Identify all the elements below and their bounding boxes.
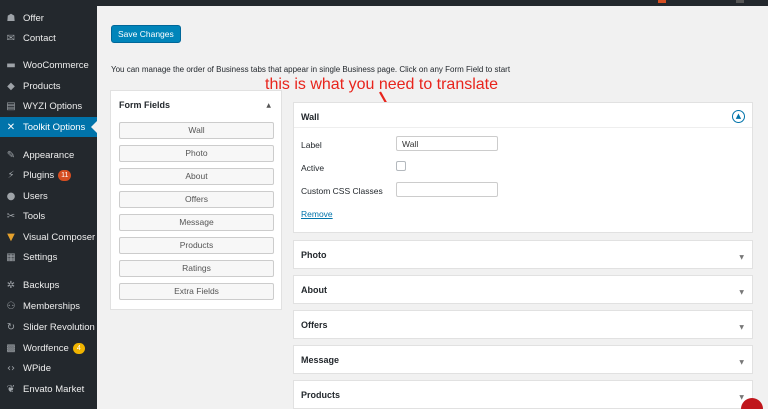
sidebar-item-label: Toolkit Options [23,121,86,133]
sidebar-item-slider-revolution[interactable]: ↻ Slider Revolution [0,317,97,337]
css-classes-input[interactable] [396,182,498,197]
user-icon: ● [6,190,16,202]
sidebar-item-appearance[interactable]: ✎ Appearance [0,145,97,165]
plugin-icon: ⚡ [7,169,15,181]
form-field-photo[interactable]: Photo [119,145,274,162]
form-field-about[interactable]: About [119,168,274,185]
toolkit-icon: ✕ [6,121,16,133]
accordion-title: Offers [301,320,328,330]
backup-gear-icon: ✲ [6,279,16,291]
sidebar-item-label: Backups [23,279,60,291]
sidebar-item-label: Wordfence [23,342,69,354]
sidebar-item-woocommerce[interactable]: ▬ WooCommerce [0,55,97,75]
accordion-title: Photo [301,250,327,260]
form-field-offers[interactable]: Offers [119,191,274,208]
sidebar-item-label: WooCommerce [23,59,89,71]
active-checkbox[interactable] [396,161,406,171]
wall-accordion: Wall ▲ Label Active Custom CSS Classes R… [293,102,753,233]
admin-sidebar: ☗ Offer ✉ Contact ▬ WooCommerce ◆ Produc… [0,0,97,409]
message-accordion[interactable]: Message ▼ [293,345,753,374]
sidebar-item-label: Settings [23,251,58,263]
caret-down-icon[interactable]: ▼ [739,289,744,296]
form-field-ratings[interactable]: Ratings [119,260,274,277]
sidebar-item-label: Visual Composer [23,231,96,243]
code-icon: ‹› [7,362,15,374]
photo-accordion[interactable]: Photo ▼ [293,240,753,269]
caret-down-icon[interactable]: ▼ [739,324,744,331]
sidebar-item-label: Slider Revolution [23,321,95,333]
sidebar-item-wpide[interactable]: ‹› WPide [0,358,97,378]
sidebar-item-label: Contact [23,32,56,44]
sidebar-item-memberships[interactable]: ⚇ Memberships [0,296,97,316]
top-bar-indicator [658,0,666,3]
refresh-icon: ↻ [6,321,16,333]
box-icon: ◆ [7,80,15,92]
sidebar-item-label: Offer [23,12,44,24]
form-field-products[interactable]: Products [119,237,274,254]
save-changes-button[interactable]: Save Changes [111,25,181,43]
sidebar-item-toolkit-options[interactable]: ✕ Toolkit Options [0,117,97,137]
sidebar-item-contact[interactable]: ✉ Contact [0,28,97,48]
active-field-label: Active [301,163,325,173]
sidebar-item-label: WPide [23,362,51,374]
sidebar-item-settings[interactable]: ▦ Settings [0,247,97,267]
sidebar-item-plugins[interactable]: ⚡ Plugins 11 [0,165,97,185]
wordfence-icon: ▩ [6,342,16,354]
label-field-label: Label [301,140,322,150]
sidebar-item-offer[interactable]: ☗ Offer [0,8,97,28]
sidebar-item-label: WYZI Options [23,100,83,112]
accordion-title: Message [301,355,340,365]
leaf-icon: ❦ [6,383,16,395]
form-field-message[interactable]: Message [119,214,274,231]
offer-icon: ☗ [6,12,16,24]
sidebar-item-users[interactable]: ● Users [0,186,97,206]
caret-up-icon[interactable]: ▲ [266,102,271,109]
sidebar-item-label: Memberships [23,300,81,312]
sidebar-item-label: Plugins [23,169,55,181]
sidebar-item-label: Envato Market [23,383,85,395]
sidebar-item-label: Products [23,80,61,92]
wordfence-count-badge: 4 [72,342,85,354]
form-fields-title: Form Fields [119,100,171,110]
sidebar-item-products[interactable]: ◆ Products [0,76,97,96]
wrench-icon: ✂ [6,210,16,222]
main-content: Save Changes You can manage the order of… [97,6,768,409]
sidebar-item-label: Tools [23,210,46,222]
accordion-title: About [301,285,327,295]
form-field-wall[interactable]: Wall [119,122,274,139]
sidebar-item-backups[interactable]: ✲ Backups [0,275,97,295]
about-accordion[interactable]: About ▼ [293,275,753,304]
accordion-title: Products [301,390,341,400]
update-count-badge: 11 [58,169,72,181]
paintbrush-icon: ✎ [6,149,16,161]
sidebar-item-label: Appearance [23,149,75,161]
visual-composer-icon: ▼ [7,231,15,243]
sidebar-item-envato-market[interactable]: ❦ Envato Market [0,379,97,399]
top-bar-indicator [736,0,744,3]
label-input[interactable] [396,136,498,151]
envelope-icon: ✉ [6,32,16,44]
accordion-title: Wall [301,112,320,122]
form-fields-panel: Form Fields ▲ Wall Photo About Offers Me… [110,90,282,310]
options-icon: ▤ [6,100,16,112]
products-accordion[interactable]: Products ▼ [293,380,753,409]
offers-accordion[interactable]: Offers ▼ [293,310,753,339]
memberships-icon: ⚇ [6,300,16,312]
sidebar-item-tools[interactable]: ✂ Tools [0,206,97,226]
sidebar-item-visual-composer[interactable]: ▼ Visual Composer [0,227,97,247]
remove-link[interactable]: Remove [301,209,333,219]
sidebar-item-wordfence[interactable]: ▩ Wordfence 4 [0,338,97,358]
divider [294,127,752,128]
caret-down-icon[interactable]: ▼ [739,254,744,261]
form-field-extra-fields[interactable]: Extra Fields [119,283,274,300]
woocommerce-icon: ▬ [6,59,16,71]
caret-down-icon[interactable]: ▼ [739,359,744,366]
sidebar-item-wyzi-options[interactable]: ▤ WYZI Options [0,96,97,116]
collapse-icon[interactable]: ▲ [732,110,745,123]
caret-down-icon[interactable]: ▼ [739,394,744,401]
settings-icon: ▦ [6,251,16,263]
css-classes-label: Custom CSS Classes [301,186,383,196]
intro-text: You can manage the order of Business tab… [111,65,511,74]
sidebar-item-label: Users [23,190,48,202]
